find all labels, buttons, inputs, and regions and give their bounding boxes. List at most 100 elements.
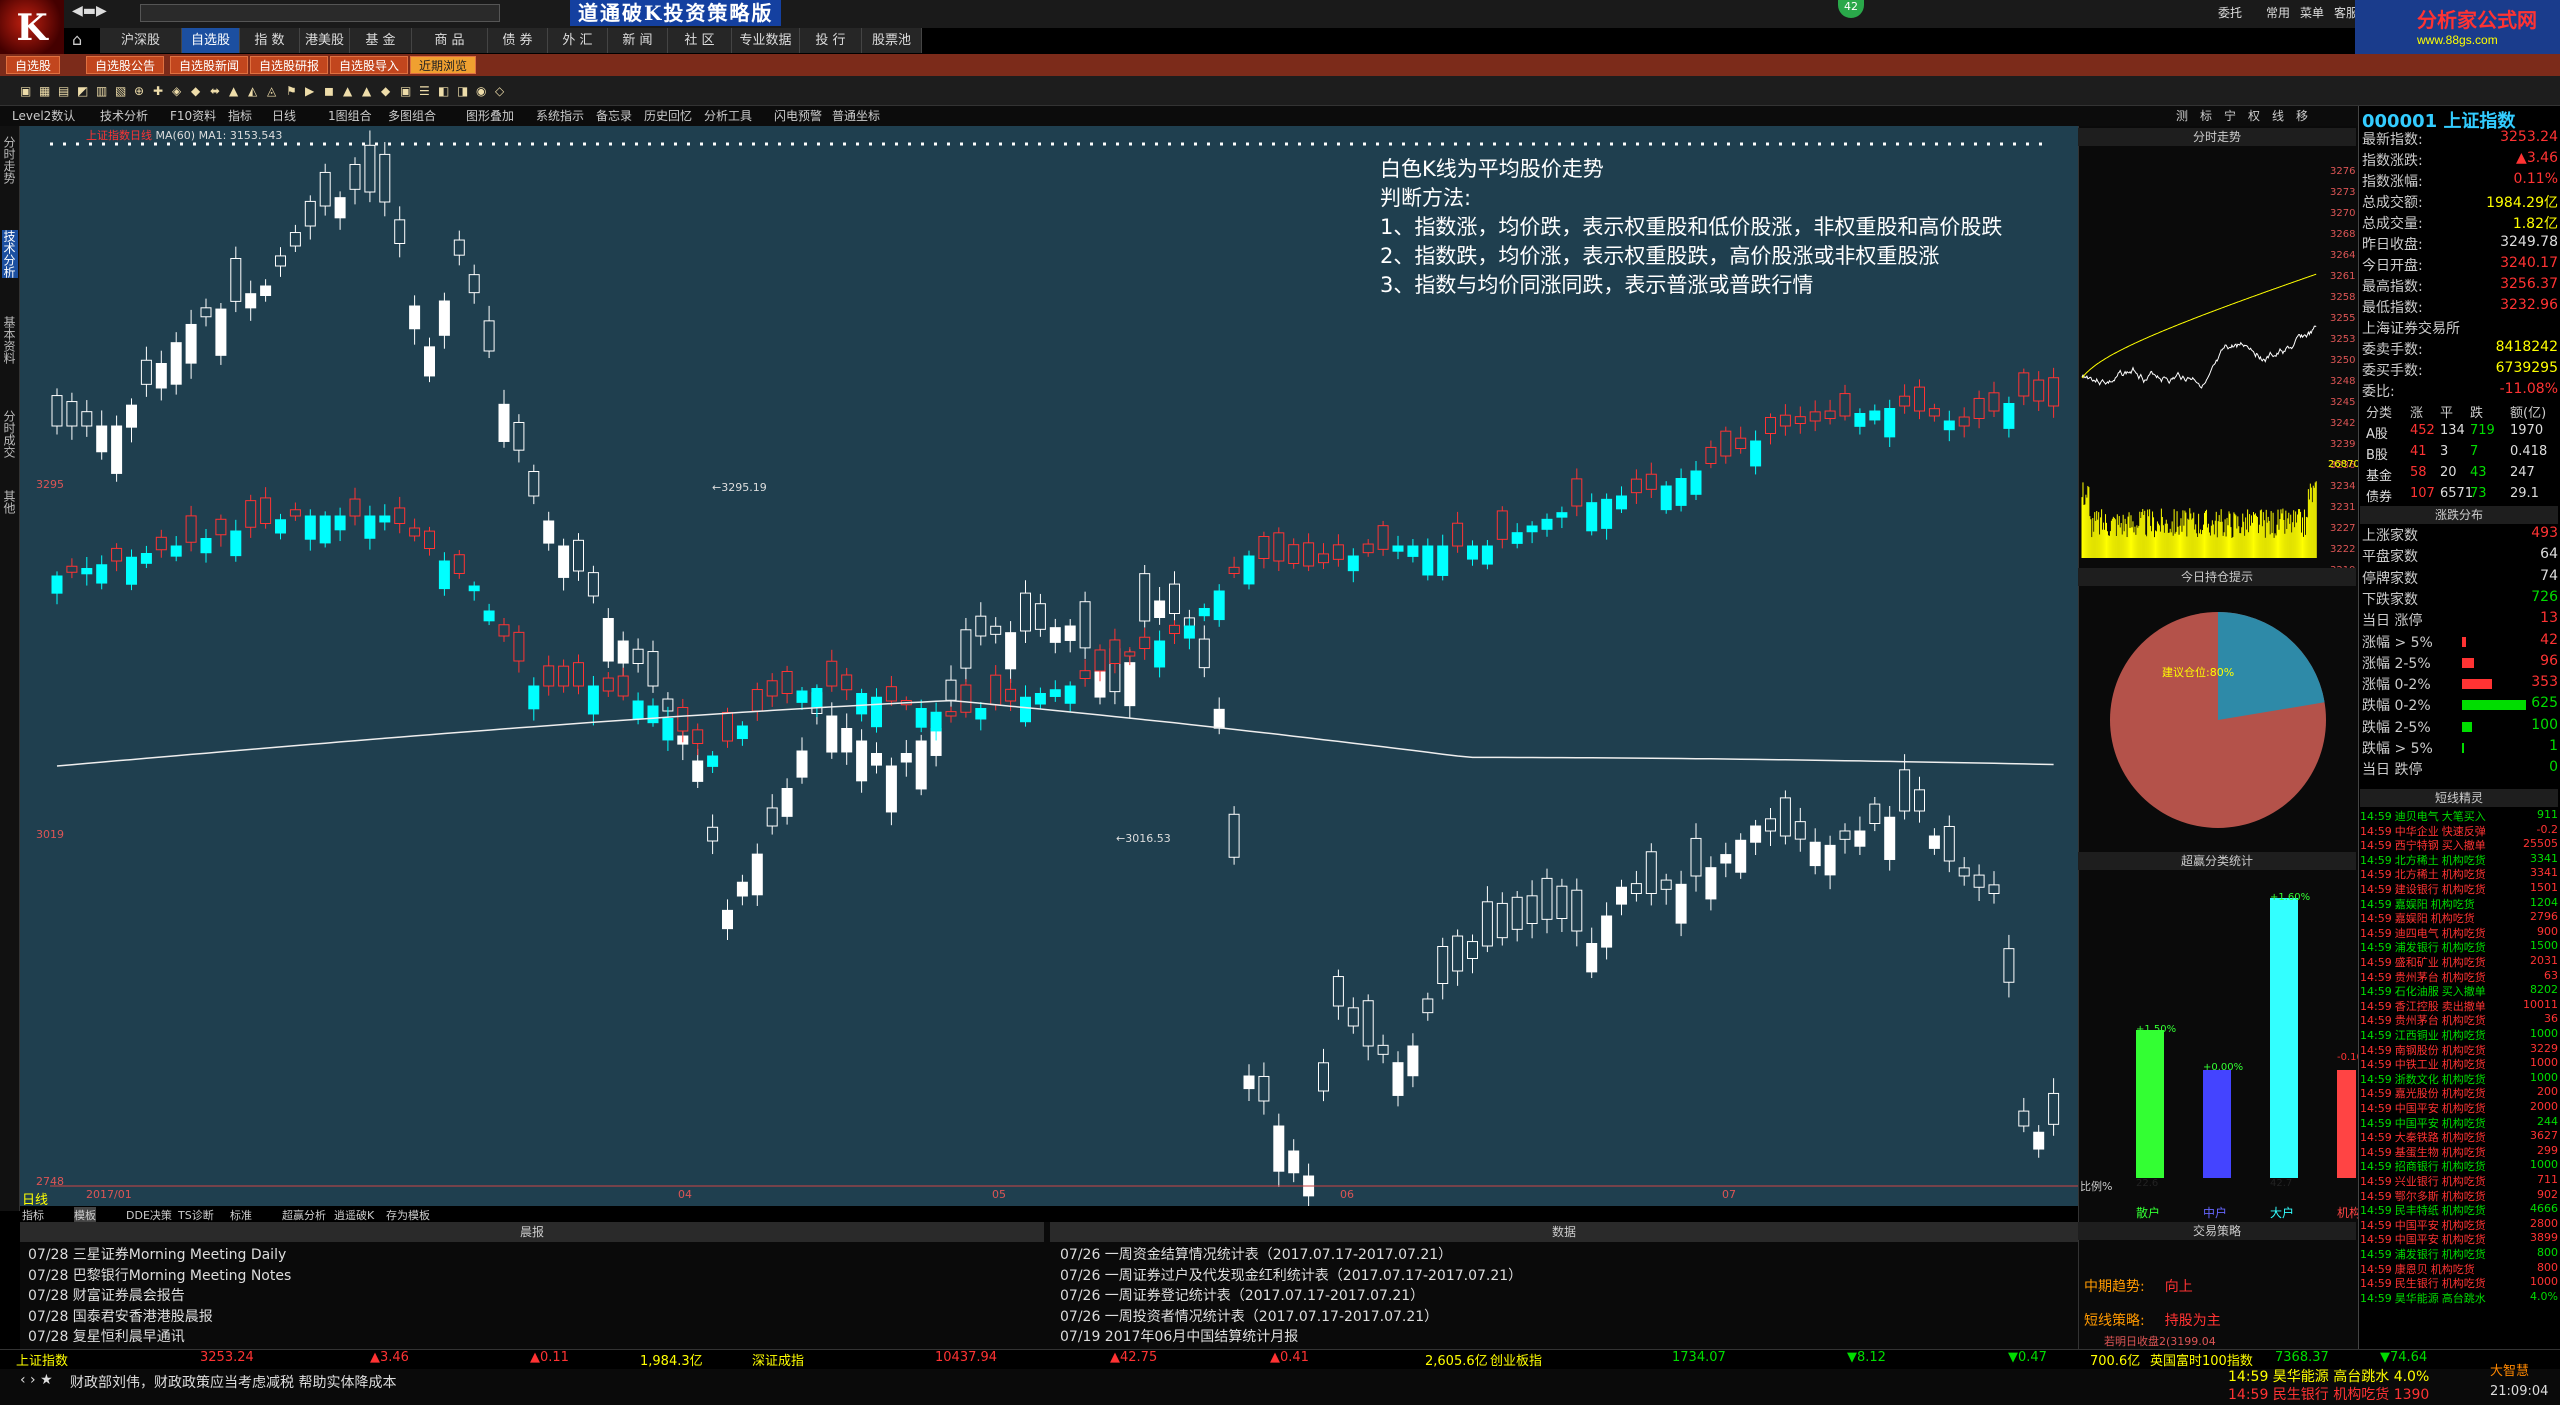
nav-6[interactable]: 债 券 bbox=[488, 28, 548, 53]
toolbar-item-9[interactable]: 备忘录 bbox=[596, 107, 632, 124]
news-right-item-3[interactable]: 07/26 一周投资者情况统计表（2017.07.17-2017.07.21） bbox=[1060, 1306, 1438, 1326]
nav-1[interactable]: 自选股 bbox=[182, 28, 240, 53]
toolbar-right-4[interactable]: 线 bbox=[2272, 107, 2284, 124]
deal-row-28[interactable]: 14:59 中国平安 机构吃货 2800 bbox=[2360, 1217, 2560, 1233]
nav-3[interactable]: 港美股 bbox=[300, 28, 350, 53]
toolbar-item-3[interactable]: 指标 bbox=[228, 107, 252, 124]
deal-row-6[interactable]: 14:59 嘉娱阳 机构吃货 1204 bbox=[2360, 896, 2560, 912]
toolbar-icon-5[interactable]: ▧ bbox=[115, 84, 127, 98]
toolbar-icon-23[interactable]: ◨ bbox=[457, 84, 469, 98]
deal-row-15[interactable]: 14:59 江西铜业 机构吃货 1000 bbox=[2360, 1027, 2560, 1043]
ticker-news[interactable]: 财政部刘伟，财政政策应当考虑减税 帮助实体降成本 bbox=[70, 1372, 396, 1392]
subnav-4[interactable]: 自选股导入 bbox=[330, 56, 409, 74]
nav-4[interactable]: 基 金 bbox=[350, 28, 412, 53]
deal-row-8[interactable]: 14:59 迪四电气 机构吃货 900 bbox=[2360, 925, 2560, 941]
nav-7[interactable]: 外 汇 bbox=[548, 28, 608, 53]
toolbar-item-8[interactable]: 系统指示 bbox=[536, 107, 584, 124]
toolbar-item-12[interactable]: 闪电预警 bbox=[774, 107, 822, 124]
indicator-tab-1[interactable]: 模板 bbox=[74, 1207, 96, 1223]
toolbar-icon-19[interactable]: ◆ bbox=[381, 84, 393, 98]
toolbar-icon-25[interactable]: ◇ bbox=[495, 84, 507, 98]
toolbar-icon-2[interactable]: ▤ bbox=[58, 84, 70, 98]
news-right-item-1[interactable]: 07/26 一周证券过户及代发现金红利统计表（2017.07.17-2017.0… bbox=[1060, 1265, 1522, 1285]
toolbar-right-2[interactable]: 宁 bbox=[2224, 107, 2236, 124]
deal-row-25[interactable]: 14:59 兴业银行 机构吃货 711 bbox=[2360, 1173, 2560, 1189]
nav-12[interactable]: 股票池 bbox=[862, 28, 922, 53]
deal-row-17[interactable]: 14:59 中铁工业 机构吃货 1000 bbox=[2360, 1056, 2560, 1072]
indicator-tab-6[interactable]: 逍遥破K bbox=[334, 1207, 374, 1223]
toolbar-icon-12[interactable]: ◭ bbox=[248, 84, 260, 98]
deal-row-20[interactable]: 14:59 中国平安 机构吃货 2000 bbox=[2360, 1100, 2560, 1116]
deal-row-9[interactable]: 14:59 浦发银行 机构吃货 1500 bbox=[2360, 939, 2560, 955]
back-forward-buttons[interactable]: ◀▬▶ bbox=[72, 3, 108, 23]
toolbar-icon-3[interactable]: ◩ bbox=[77, 84, 89, 98]
deal-row-22[interactable]: 14:59 大秦铁路 机构吃货 3627 bbox=[2360, 1129, 2560, 1145]
ticker-arrows[interactable]: ‹ › ★ bbox=[20, 1372, 53, 1388]
rail-4[interactable]: 其他 bbox=[2, 490, 18, 514]
indicator-tab-4[interactable]: 标准 bbox=[230, 1207, 252, 1223]
nav-10[interactable]: 专业数据 bbox=[732, 28, 800, 53]
menu-menu[interactable]: 菜单 bbox=[2300, 4, 2324, 21]
deal-row-12[interactable]: 14:59 石化油服 买入撤单 8202 bbox=[2360, 983, 2560, 999]
toolbar-item-7[interactable]: 图形叠加 bbox=[466, 107, 514, 124]
news-left-item-4[interactable]: 07/28 复星恒利晨早通讯 bbox=[28, 1326, 185, 1346]
toolbar-item-0[interactable]: Level2数认 bbox=[12, 107, 75, 124]
deal-row-1[interactable]: 14:59 中华企业 快速反弹 -0.2 bbox=[2360, 823, 2560, 839]
toolbar-icon-4[interactable]: ▥ bbox=[96, 84, 108, 98]
nav-11[interactable]: 投 行 bbox=[800, 28, 862, 53]
toolbar-icon-6[interactable]: ⊕ bbox=[134, 84, 146, 98]
subnav-0[interactable]: 自选股 bbox=[6, 56, 61, 74]
rail-2[interactable]: 基本资料 bbox=[2, 316, 18, 364]
toolbar-icon-9[interactable]: ◆ bbox=[191, 84, 203, 98]
menu-delegate[interactable]: 委托 bbox=[2218, 4, 2242, 21]
toolbar-icon-15[interactable]: ▶ bbox=[305, 84, 317, 98]
status-item-5[interactable]: 深证成指 bbox=[752, 1350, 804, 1369]
home-icon[interactable]: ⌂ bbox=[72, 30, 82, 49]
indicator-tab-0[interactable]: 指标 bbox=[22, 1207, 44, 1223]
status-item-0[interactable]: 上证指数 bbox=[16, 1350, 68, 1369]
news-right-item-4[interactable]: 07/19 2017年06月中国结算统计月报 bbox=[1060, 1326, 1298, 1346]
deal-row-27[interactable]: 14:59 民丰特纸 机构吃货 4666 bbox=[2360, 1202, 2560, 1218]
news-left-item-2[interactable]: 07/28 财富证券晨会报告 bbox=[28, 1285, 185, 1305]
indicator-tab-3[interactable]: TS诊断 bbox=[178, 1207, 214, 1223]
toolbar-item-5[interactable]: 1图组合 bbox=[328, 107, 372, 124]
toolbar-icon-21[interactable]: ☰ bbox=[419, 84, 431, 98]
deal-row-11[interactable]: 14:59 贵州茅台 机构吃货 63 bbox=[2360, 969, 2560, 985]
status-item-10[interactable]: 创业板指 bbox=[1490, 1350, 1542, 1369]
toolbar-item-4[interactable]: 日线 bbox=[272, 107, 296, 124]
toolbar-icon-20[interactable]: ▣ bbox=[400, 84, 412, 98]
deal-row-16[interactable]: 14:59 南钢股份 机构吃货 3229 bbox=[2360, 1042, 2560, 1058]
deal-row-32[interactable]: 14:59 民生银行 机构吃货 1000 bbox=[2360, 1275, 2560, 1291]
toolbar-item-10[interactable]: 历史回忆 bbox=[644, 107, 692, 124]
toolbar-icon-13[interactable]: ◬ bbox=[267, 84, 279, 98]
menu-common[interactable]: 常用 bbox=[2266, 4, 2290, 21]
nav-9[interactable]: 社 区 bbox=[668, 28, 732, 53]
toolbar-icon-10[interactable]: ⬌ bbox=[210, 84, 222, 98]
subnav-1[interactable]: 自选股公告 bbox=[86, 56, 165, 74]
deal-row-26[interactable]: 14:59 鄂尔多斯 机构吃货 902 bbox=[2360, 1188, 2560, 1204]
deal-row-5[interactable]: 14:59 建设银行 机构吃货 1501 bbox=[2360, 881, 2560, 897]
toolbar-icon-16[interactable]: ◼ bbox=[324, 84, 336, 98]
toolbar-right-1[interactable]: 标 bbox=[2200, 107, 2212, 124]
deal-row-0[interactable]: 14:59 迪贝电气 大笔买入 911 bbox=[2360, 808, 2560, 824]
deal-row-33[interactable]: 14:59 昊华能源 高台跳水 4.0% bbox=[2360, 1290, 2560, 1306]
subnav-5[interactable]: 近期浏览 bbox=[410, 56, 477, 74]
deal-row-14[interactable]: 14:59 贵州茅台 机构吃货 36 bbox=[2360, 1012, 2560, 1028]
toolbar-icon-14[interactable]: ⚑ bbox=[286, 84, 298, 98]
deal-row-31[interactable]: 14:59 康恩贝 机构吃货 800 bbox=[2360, 1261, 2560, 1277]
search-input[interactable] bbox=[140, 4, 500, 22]
toolbar-item-6[interactable]: 多图组合 bbox=[388, 107, 436, 124]
news-left-item-3[interactable]: 07/28 国泰君安香港港股晨报 bbox=[28, 1306, 213, 1326]
toolbar-icon-17[interactable]: ▲ bbox=[343, 84, 355, 98]
indicator-tab-7[interactable]: 存为模板 bbox=[386, 1207, 430, 1223]
nav-8[interactable]: 新 闻 bbox=[608, 28, 668, 53]
toolbar-right-3[interactable]: 权 bbox=[2248, 107, 2260, 124]
nav-2[interactable]: 指 数 bbox=[240, 28, 300, 53]
deal-row-13[interactable]: 14:59 香江控股 卖出撤单 10011 bbox=[2360, 998, 2560, 1014]
toolbar-icon-8[interactable]: ◈ bbox=[172, 84, 184, 98]
deal-row-21[interactable]: 14:59 中国平安 机构吃货 244 bbox=[2360, 1115, 2560, 1131]
toolbar-icon-7[interactable]: ✚ bbox=[153, 84, 165, 98]
toolbar-icon-1[interactable]: ▦ bbox=[39, 84, 51, 98]
deal-row-3[interactable]: 14:59 北方稀土 机构吃货 3341 bbox=[2360, 852, 2560, 868]
toolbar-right-0[interactable]: 测 bbox=[2176, 107, 2188, 124]
